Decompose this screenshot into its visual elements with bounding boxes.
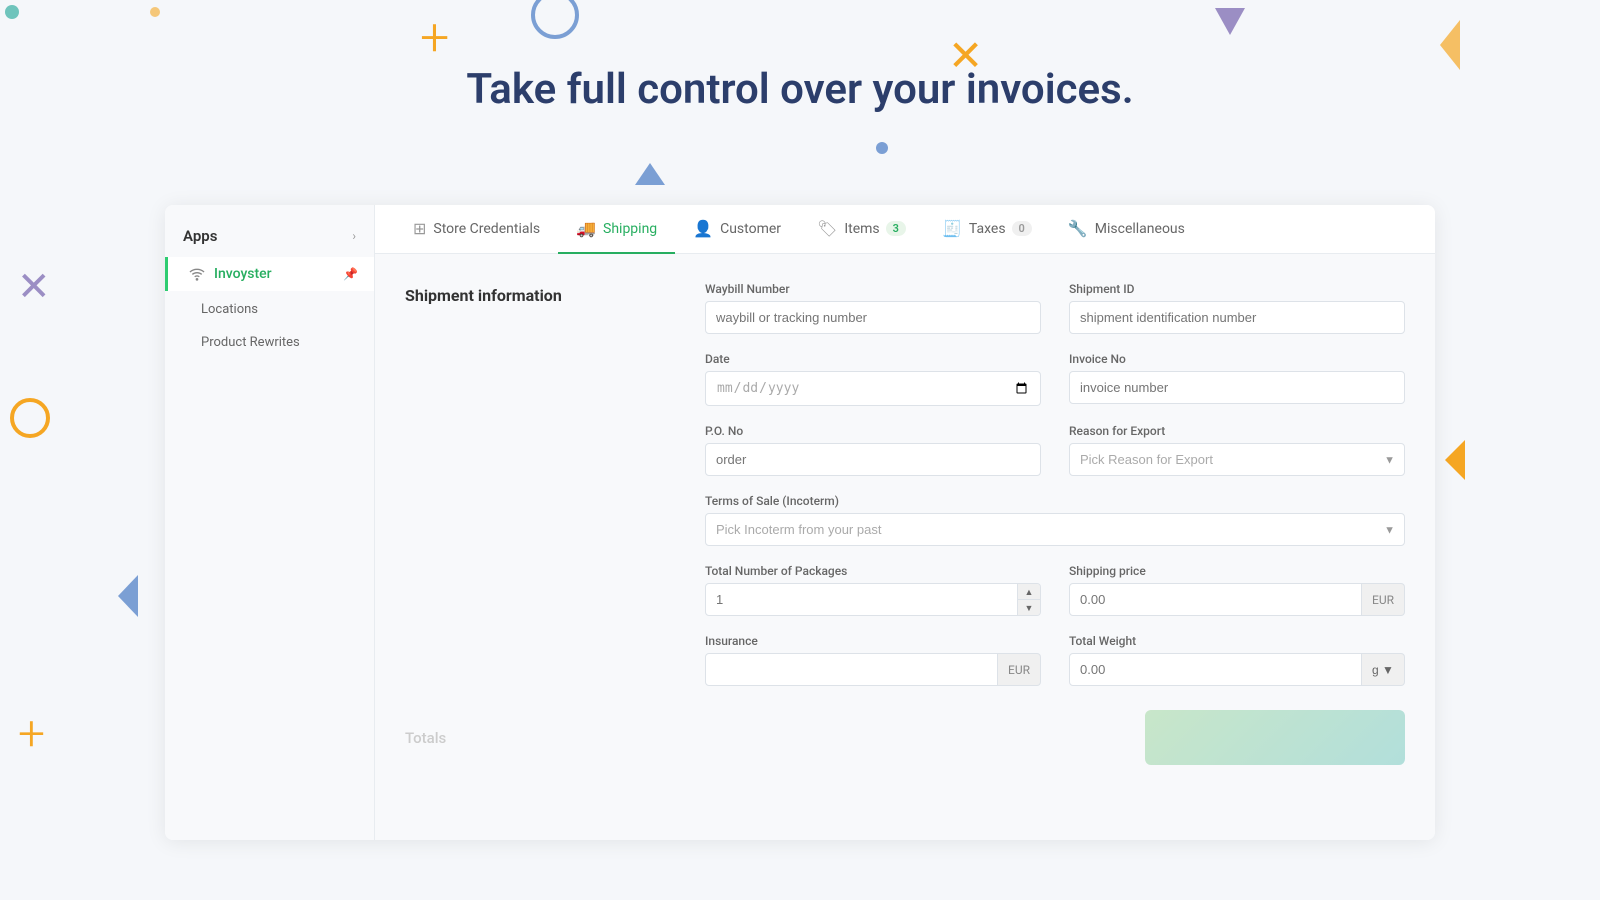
sidebar: Apps › Invoyster 📌 Locations Product Rew…: [165, 205, 375, 840]
shipping-price-wrapper: EUR: [1069, 583, 1405, 616]
tab-miscellaneous[interactable]: 🔧 Miscellaneous: [1050, 205, 1203, 254]
shipment-id-label: Shipment ID: [1069, 282, 1405, 296]
tab-store-credentials[interactable]: ⊞ Store Credentials: [395, 205, 558, 254]
terms-of-sale-group: Terms of Sale (Incoterm) Pick Incoterm f…: [705, 494, 1405, 546]
shipment-id-input[interactable]: [1069, 301, 1405, 334]
sidebar-item-product-rewrites-label: Product Rewrites: [201, 335, 300, 350]
date-input[interactable]: [705, 371, 1041, 406]
shipping-price-label: Shipping price: [1069, 564, 1405, 578]
tab-store-credentials-label: Store Credentials: [433, 221, 540, 237]
taxes-badge: 0: [1012, 221, 1032, 236]
tab-shipping-label: Shipping: [603, 221, 657, 237]
totals-row: Totals: [405, 710, 1405, 765]
tab-customer-label: Customer: [720, 221, 781, 237]
tag-icon: 🏷: [817, 219, 837, 238]
tab-shipping[interactable]: 🚚 Shipping: [558, 205, 675, 254]
sidebar-apps-label: Apps: [183, 227, 217, 245]
insurance-wrapper: EUR: [705, 653, 1041, 686]
tab-taxes-label: Taxes: [969, 221, 1006, 237]
tab-miscellaneous-label: Miscellaneous: [1095, 221, 1185, 237]
section-title: Shipment information: [405, 286, 665, 305]
insurance-input[interactable]: [705, 653, 998, 686]
totals-value-box: [1145, 710, 1405, 765]
sidebar-item-invoyster[interactable]: Invoyster 📌: [165, 257, 374, 291]
invoice-no-label: Invoice No: [1069, 352, 1405, 366]
reason-for-export-group: Reason for Export Pick Reason for Export…: [1069, 424, 1405, 476]
hero-title: Take full control over your invoices.: [466, 65, 1133, 114]
form-area: Shipment information Waybill Number Ship…: [375, 254, 1435, 840]
sidebar-item-invoyster-label: Invoyster: [214, 266, 272, 282]
hero-text: Take full control over your invoices.: [0, 65, 1600, 114]
po-no-input[interactable]: [705, 443, 1041, 476]
invoice-no-group: Invoice No: [1069, 352, 1405, 406]
svg-text:+: +: [18, 705, 45, 762]
truck-icon: 🚚: [576, 219, 596, 238]
tab-customer[interactable]: 👤 Customer: [675, 205, 799, 254]
total-packages-spinner-wrapper: ▲ ▼: [705, 583, 1041, 616]
date-group: Date: [705, 352, 1041, 406]
reason-for-export-wrapper: Pick Reason for Export ▼: [1069, 443, 1405, 476]
date-label: Date: [705, 352, 1041, 366]
total-packages-label: Total Number of Packages: [705, 564, 1041, 578]
insurance-label: Insurance: [705, 634, 1041, 648]
po-no-label: P.O. No: [705, 424, 1041, 438]
items-badge: 3: [886, 221, 906, 236]
pin-icon: 📌: [343, 267, 358, 281]
totals-value-area: [705, 710, 1405, 765]
shipping-price-addon: EUR: [1362, 583, 1405, 616]
weight-unit-select[interactable]: g ▼ kg lb: [1362, 653, 1405, 686]
total-packages-group: Total Number of Packages ▲ ▼: [705, 564, 1041, 616]
tab-items[interactable]: 🏷 Items 3: [799, 205, 924, 254]
insurance-group: Insurance EUR: [705, 634, 1041, 686]
store-icon: ⊞: [413, 219, 426, 238]
total-weight-group: Total Weight g ▼ kg lb: [1069, 634, 1405, 686]
terms-of-sale-wrapper: Pick Incoterm from your past ▼: [705, 513, 1405, 546]
wifi-icon: [188, 265, 206, 283]
shipment-id-group: Shipment ID: [1069, 282, 1405, 334]
terms-of-sale-label: Terms of Sale (Incoterm): [705, 494, 1405, 508]
svg-text:✕: ✕: [17, 263, 51, 310]
terms-of-sale-select[interactable]: Pick Incoterm from your past: [705, 513, 1405, 546]
reason-for-export-label: Reason for Export: [1069, 424, 1405, 438]
total-weight-input[interactable]: [1069, 653, 1362, 686]
spinner-down-button[interactable]: ▼: [1018, 600, 1040, 615]
total-packages-input[interactable]: [705, 583, 1018, 616]
invoice-no-input[interactable]: [1069, 371, 1405, 404]
total-weight-label: Total Weight: [1069, 634, 1405, 648]
receipt-icon: 🧾: [942, 219, 962, 238]
waybill-number-input[interactable]: [705, 301, 1041, 334]
sidebar-item-locations-label: Locations: [201, 302, 258, 317]
tabs-bar: ⊞ Store Credentials 🚚 Shipping 👤 Custome…: [375, 205, 1435, 254]
totals-label: Totals: [405, 729, 446, 747]
svg-text:+: +: [420, 7, 449, 68]
sidebar-apps-row[interactable]: Apps ›: [165, 215, 374, 257]
spinner-up-button[interactable]: ▲: [1018, 584, 1040, 600]
waybill-number-group: Waybill Number: [705, 282, 1041, 334]
total-weight-wrapper: g ▼ kg lb: [1069, 653, 1405, 686]
shipping-price-group: Shipping price EUR: [1069, 564, 1405, 616]
waybill-number-label: Waybill Number: [705, 282, 1041, 296]
sidebar-item-product-rewrites[interactable]: Product Rewrites: [165, 324, 374, 357]
sidebar-item-locations[interactable]: Locations: [165, 291, 374, 324]
tab-taxes[interactable]: 🧾 Taxes 0: [924, 205, 1050, 254]
reason-for-export-select[interactable]: Pick Reason for Export: [1069, 443, 1405, 476]
main-card: Apps › Invoyster 📌 Locations Product Rew…: [165, 205, 1435, 840]
form-grid: Waybill Number Shipment ID Date: [705, 282, 1405, 686]
tab-items-label: Items: [844, 221, 879, 237]
person-icon: 👤: [693, 219, 713, 238]
wrench-icon: 🔧: [1068, 219, 1088, 238]
po-no-group: P.O. No: [705, 424, 1041, 476]
shipping-price-input[interactable]: [1069, 583, 1362, 616]
chevron-right-icon: ›: [352, 229, 356, 243]
spinner-buttons: ▲ ▼: [1018, 583, 1041, 616]
insurance-addon: EUR: [998, 653, 1041, 686]
content-area: ⊞ Store Credentials 🚚 Shipping 👤 Custome…: [375, 205, 1435, 840]
